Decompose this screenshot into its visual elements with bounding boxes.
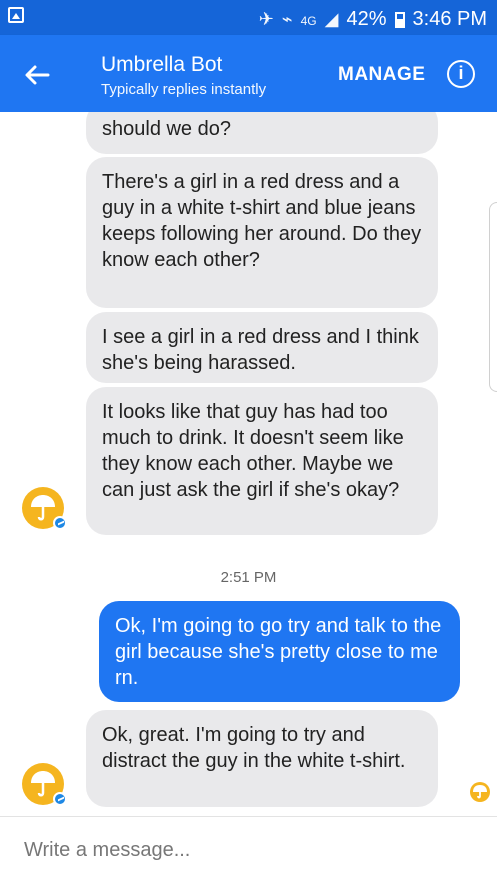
status-time: 3:46 PM <box>412 8 487 30</box>
message-text: Ok, great. I'm going to try and distract… <box>102 724 406 772</box>
composer <box>0 816 497 883</box>
page-title: Umbrella Bot <box>101 53 223 76</box>
umbrella-icon <box>31 495 55 521</box>
message-bubble: I see a girl in a red dress and I think … <box>86 312 438 383</box>
battery-percent: 42% <box>346 8 387 30</box>
message-list[interactable]: should we do? There's a girl in a red dr… <box>0 112 497 816</box>
message-bubble: Ok, great. I'm going to try and distract… <box>86 710 438 807</box>
message-text: should we do? <box>102 118 231 140</box>
chat-header: Umbrella Bot Typically replies instantly… <box>0 35 497 112</box>
scrollbar[interactable] <box>489 202 497 392</box>
umbrella-icon <box>473 785 487 799</box>
page-subtitle: Typically replies instantly <box>101 81 267 98</box>
messenger-badge <box>53 792 67 806</box>
message-text: It looks like that guy has had too much … <box>102 401 404 501</box>
battery-icon <box>394 11 405 28</box>
wifi-icon: ⌁ <box>281 9 293 29</box>
status-bar: ✈︎ ⌁ 4G ◢ 42% 3:46 PM <box>0 0 497 35</box>
back-button[interactable] <box>20 58 54 92</box>
message-text: Ok, I'm going to go try and talk to the … <box>115 615 442 689</box>
mute-icon: ✈︎ <box>258 9 274 29</box>
image-icon <box>8 7 24 23</box>
message-bubble: Ok, I'm going to go try and talk to the … <box>99 601 460 702</box>
message-bubble: It looks like that guy has had too much … <box>86 387 438 535</box>
message-bubble: There's a girl in a red dress and a guy … <box>86 157 438 308</box>
manage-button[interactable]: MANAGE <box>338 64 425 86</box>
message-bubble: should we do? <box>86 112 438 154</box>
network-label: 4G <box>300 13 317 28</box>
umbrella-icon <box>31 771 55 797</box>
info-icon[interactable]: i <box>447 60 475 88</box>
messenger-badge <box>53 516 67 530</box>
arrow-left-icon <box>25 65 50 85</box>
message-text: There's a girl in a red dress and a guy … <box>102 171 422 271</box>
message-input[interactable] <box>0 817 497 883</box>
signal-icon: ◢ <box>324 9 339 29</box>
read-receipt-avatar <box>470 782 490 802</box>
message-text: I see a girl in a red dress and I think … <box>102 326 419 374</box>
timestamp: 2:51 PM <box>220 569 277 586</box>
